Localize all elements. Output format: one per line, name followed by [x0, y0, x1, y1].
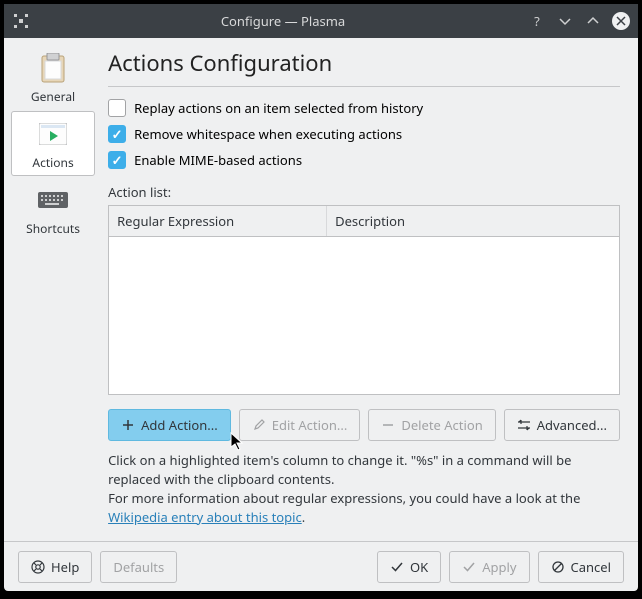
help-button[interactable]: Help	[18, 551, 92, 583]
button-label: Add Action...	[141, 416, 218, 434]
wikipedia-link[interactable]: Wikipedia entry about this topic	[108, 508, 302, 526]
button-label: Apply	[482, 558, 516, 576]
sliders-icon	[517, 418, 531, 432]
col-description[interactable]: Description	[327, 206, 619, 236]
clipboard-icon	[37, 52, 69, 84]
sidebar-item-general[interactable]: General	[11, 46, 95, 109]
actionlist-label: Action list:	[108, 183, 620, 201]
button-label: Cancel	[571, 558, 611, 576]
sidebar-item-actions[interactable]: Actions	[11, 111, 95, 176]
dialog-buttons: Help Defaults OK Apply Cancel	[4, 541, 638, 591]
page-title: Actions Configuration	[108, 48, 620, 78]
table-body[interactable]	[109, 237, 619, 394]
lifebuoy-icon	[31, 560, 45, 574]
window-controls: ?	[528, 12, 630, 30]
button-label: OK	[410, 558, 428, 576]
sidebar-item-label: Shortcuts	[26, 220, 80, 237]
maximize-icon[interactable]	[584, 12, 602, 30]
add-action-button[interactable]: Add Action...	[108, 409, 231, 441]
check-replay[interactable]: Replay actions on an item selected from …	[108, 99, 620, 117]
checkbox-icon[interactable]	[108, 125, 126, 143]
pencil-icon	[252, 418, 266, 432]
delete-action-button: Delete Action	[368, 409, 495, 441]
ok-button[interactable]: OK	[377, 551, 441, 583]
button-label: Delete Action	[401, 416, 482, 434]
sidebar-item-shortcuts[interactable]: Shortcuts	[11, 178, 95, 241]
app-icon	[12, 12, 30, 30]
window-body: General Actions Shortcuts Actions Config…	[4, 38, 638, 541]
window-title: Configure — Plasma	[38, 12, 528, 30]
plus-icon	[121, 418, 135, 432]
check-icon	[462, 560, 476, 574]
action-list-table[interactable]: Regular Expression Description	[108, 205, 620, 395]
button-label: Help	[51, 558, 79, 576]
col-regex[interactable]: Regular Expression	[109, 206, 327, 236]
check-label: Remove whitespace when executing actions	[134, 125, 402, 143]
edit-action-button: Edit Action...	[239, 409, 361, 441]
cancel-icon	[551, 560, 565, 574]
minus-icon	[381, 418, 395, 432]
hint-line-1: Click on a highlighted item's column to …	[108, 451, 620, 489]
advanced-button[interactable]: Advanced...	[504, 409, 620, 441]
button-label: Advanced...	[537, 416, 607, 434]
button-label: Defaults	[113, 558, 164, 576]
titlebar: Configure — Plasma ?	[4, 4, 638, 38]
close-icon[interactable]	[612, 12, 630, 30]
action-buttons: Add Action... Edit Action... Delete Acti…	[108, 409, 620, 441]
sidebar-item-label: General	[31, 88, 75, 105]
check-mime[interactable]: Enable MIME-based actions	[108, 151, 620, 169]
keyboard-icon	[37, 184, 69, 216]
hint-line-2: For more information about regular expre…	[108, 489, 620, 527]
button-label: Edit Action...	[272, 416, 348, 434]
play-icon	[37, 118, 69, 150]
check-trim-whitespace[interactable]: Remove whitespace when executing actions	[108, 125, 620, 143]
apply-button: Apply	[449, 551, 529, 583]
minimize-icon[interactable]	[556, 12, 574, 30]
cancel-button[interactable]: Cancel	[538, 551, 624, 583]
separator	[108, 86, 620, 87]
sidebar: General Actions Shortcuts	[4, 38, 102, 541]
check-icon	[390, 560, 404, 574]
hint-text: Click on a highlighted item's column to …	[108, 451, 620, 526]
check-label: Replay actions on an item selected from …	[134, 99, 423, 117]
help-icon[interactable]: ?	[528, 12, 546, 30]
table-header: Regular Expression Description	[109, 206, 619, 237]
checkbox-icon[interactable]	[108, 99, 126, 117]
check-label: Enable MIME-based actions	[134, 151, 302, 169]
window: Configure — Plasma ? General Actions	[4, 4, 638, 591]
main-panel: Actions Configuration Replay actions on …	[102, 38, 638, 541]
sidebar-item-label: Actions	[32, 154, 73, 171]
defaults-button: Defaults	[100, 551, 177, 583]
checkbox-icon[interactable]	[108, 151, 126, 169]
